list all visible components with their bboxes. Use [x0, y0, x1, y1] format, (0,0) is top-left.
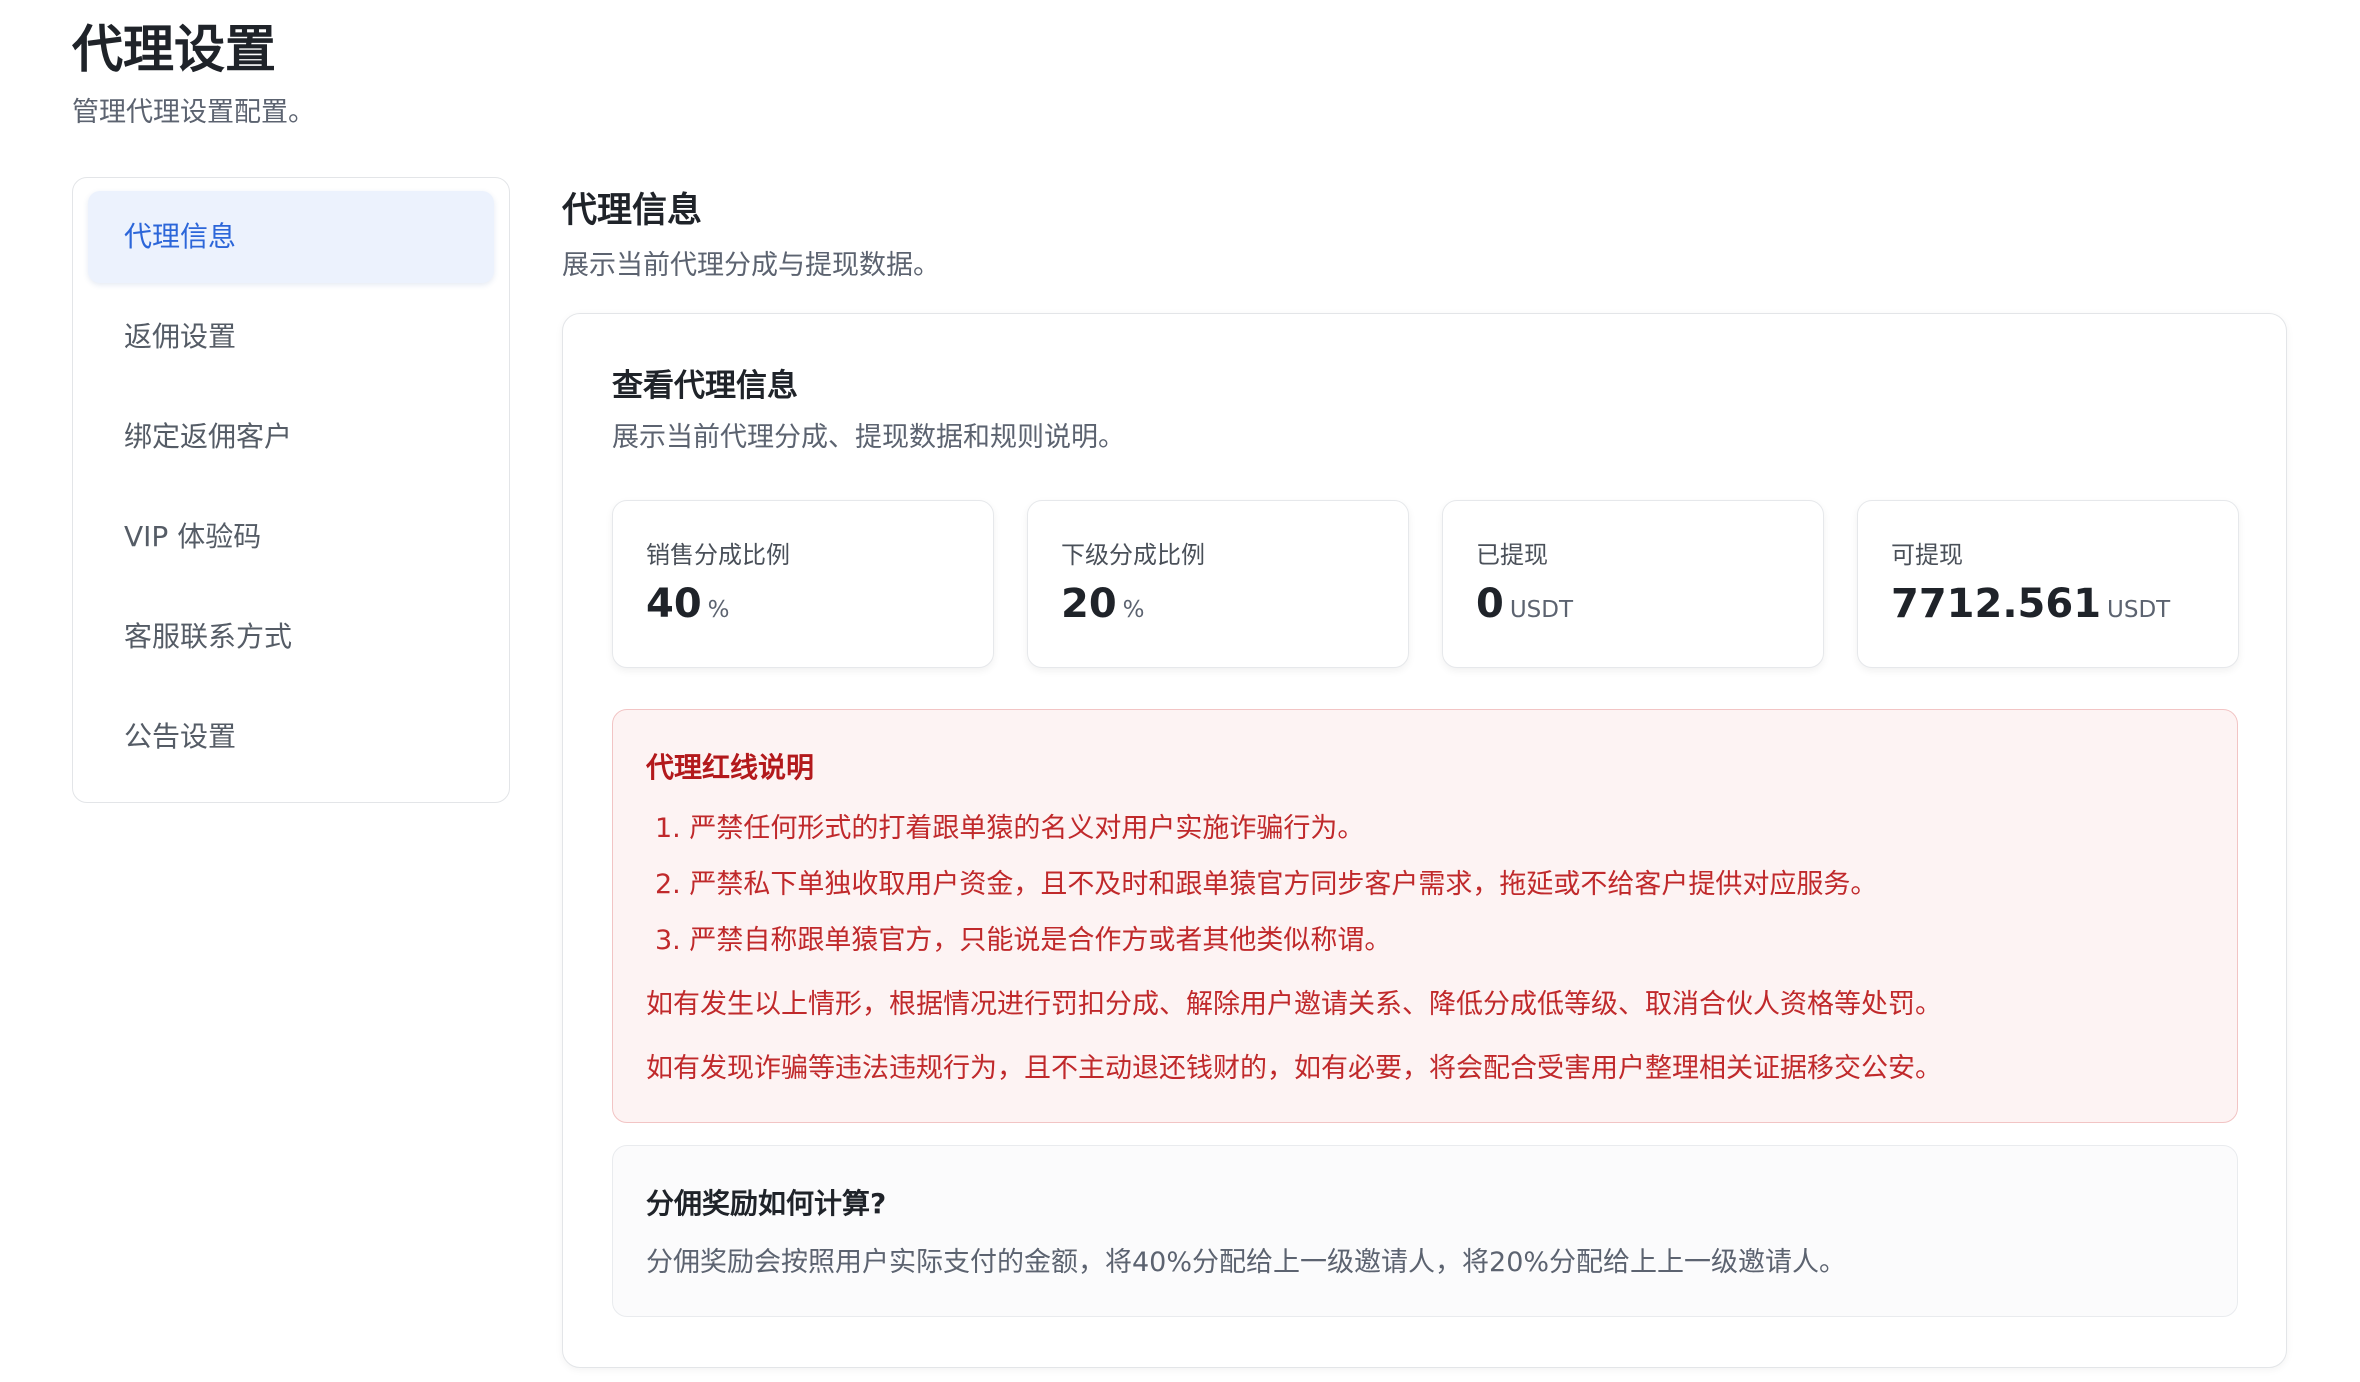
stat-unit: % [1122, 597, 1145, 623]
redline-title: 代理红线说明 [646, 751, 815, 784]
redline-rule: 3. 严禁自称跟单猿官方，只能说是合作方或者其他类似称谓。 [655, 925, 1392, 956]
redline-note: 如有发现诈骗等违法违规行为，且不主动退还钱财的，如有必要，将会配合受害用户整理相… [646, 1053, 1942, 1084]
redline-note: 如有发生以上情形，根据情况进行罚扣分成、解除用户邀请关系、降低分成低等级、取消合… [646, 989, 1942, 1020]
faq-answer: 分佣奖励会按照用户实际支付的金额，将40%分配给上一级邀请人，将20%分配给上上… [646, 1247, 1847, 1278]
sidebar-item-agent-info[interactable]: 代理信息 [88, 191, 494, 283]
sidebar-item-vip-trial-code[interactable]: VIP 体验码 [88, 491, 494, 583]
stat-value: 40 [646, 581, 702, 627]
redline-notice: 代理红线说明 1. 严禁任何形式的打着跟单猿的名义对用户实施诈骗行为。 2. 严… [612, 709, 2238, 1123]
settings-sidebar: 代理信息 返佣设置 绑定返佣客户 VIP 体验码 客服联系方式 公告设置 [72, 177, 510, 803]
card-subtitle: 展示当前代理分成、提现数据和规则说明。 [612, 422, 1125, 453]
page-title: 代理设置 [72, 21, 277, 80]
section-subtitle: 展示当前代理分成与提现数据。 [562, 250, 940, 281]
sidebar-item-customer-service-contact[interactable]: 客服联系方式 [88, 591, 494, 683]
stat-subordinate-share: 下级分成比例 20% [1027, 500, 1409, 668]
stat-value: 7712.561 [1891, 581, 2102, 627]
stat-unit: USDT [2107, 597, 2171, 623]
stat-sales-share: 销售分成比例 40% [612, 500, 994, 668]
stat-withdrawable: 可提现 7712.561 USDT [1857, 500, 2239, 668]
stat-label: 已提现 [1476, 541, 1548, 569]
stat-value: 20 [1061, 581, 1117, 627]
redline-rule: 2. 严禁私下单独收取用户资金，且不及时和跟单猿官方同步客户需求，拖延或不给客户… [655, 869, 1878, 900]
card-title: 查看代理信息 [612, 368, 798, 404]
stat-label: 可提现 [1891, 541, 1963, 569]
sidebar-item-bind-rebate-customer[interactable]: 绑定返佣客户 [88, 391, 494, 483]
redline-rule: 1. 严禁任何形式的打着跟单猿的名义对用户实施诈骗行为。 [655, 813, 1365, 844]
section-title: 代理信息 [562, 191, 703, 231]
stat-withdrawn: 已提现 0 USDT [1442, 500, 1824, 668]
stat-label: 下级分成比例 [1061, 541, 1205, 569]
stat-unit: USDT [1509, 597, 1574, 623]
stat-unit: % [707, 597, 730, 623]
faq-commission: 分佣奖励如何计算? 分佣奖励会按照用户实际支付的金额，将40%分配给上一级邀请人… [612, 1145, 2238, 1317]
faq-question: 分佣奖励如何计算? [646, 1187, 887, 1220]
stat-label: 销售分成比例 [646, 541, 790, 569]
sidebar-item-announcement-settings[interactable]: 公告设置 [88, 691, 494, 783]
stat-value: 0 [1476, 581, 1504, 627]
sidebar-item-rebate-settings[interactable]: 返佣设置 [88, 291, 494, 383]
page-subtitle: 管理代理设置配置。 [72, 97, 315, 128]
